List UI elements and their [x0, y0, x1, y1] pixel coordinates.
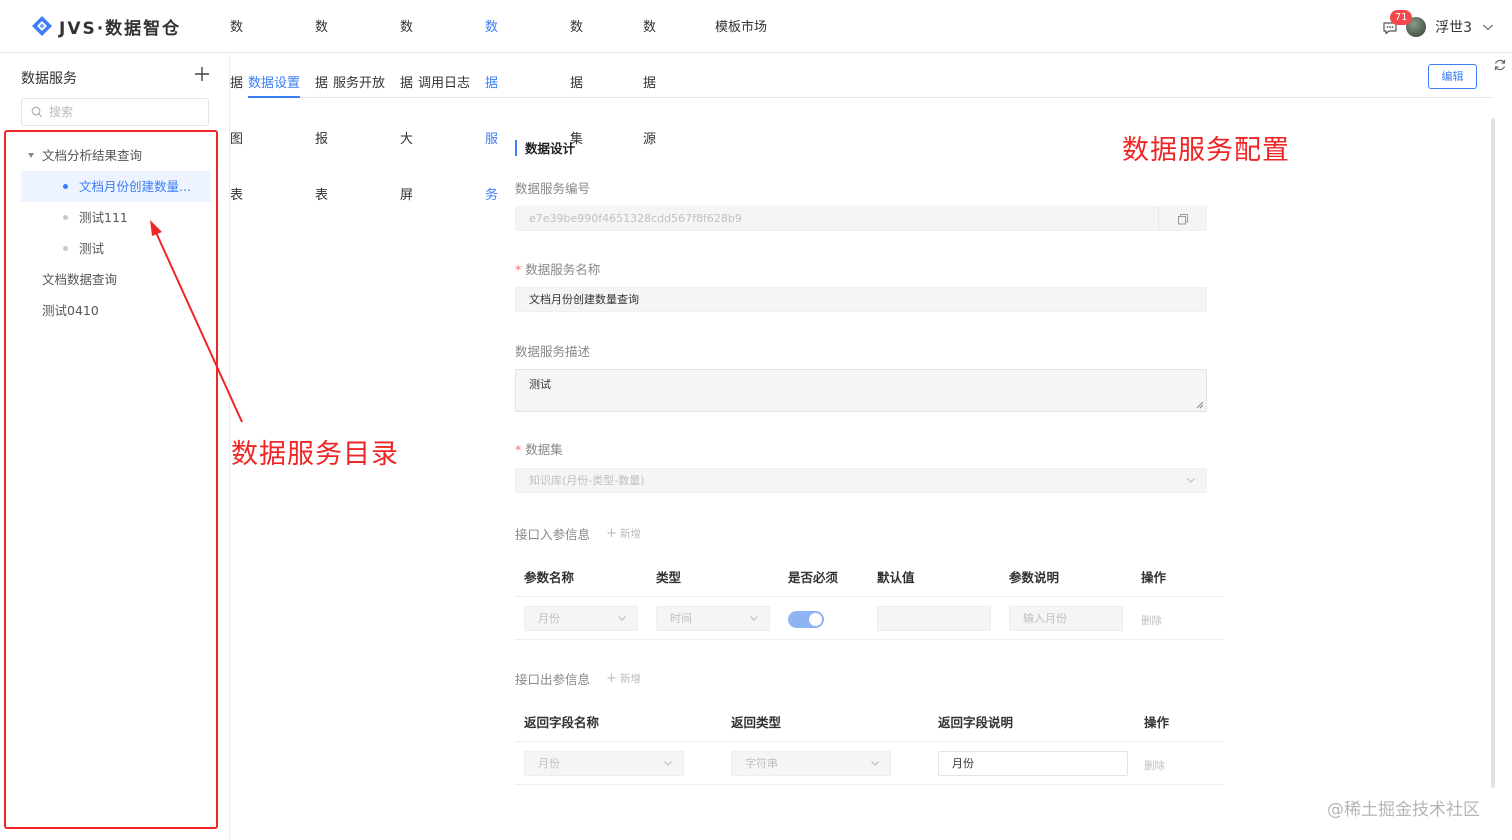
copy-button[interactable] — [1158, 207, 1206, 230]
dataset-select[interactable]: 知识库(月份-类型-数量) — [515, 468, 1207, 493]
logo-icon — [32, 16, 52, 36]
tab-call-log[interactable]: 调用日志 — [418, 72, 470, 98]
col-param-name: 参数名称 — [524, 570, 575, 585]
chevron-down-icon — [1187, 478, 1195, 483]
service-name-label: * 数据服务名称 — [515, 262, 601, 277]
search-input[interactable] — [49, 105, 189, 119]
top-header: JVS·数据智仓 数据图表 数据报表 数据大屏 数据服务 数据集 数据源 模板市… — [0, 0, 1512, 203]
col-return-desc: 返回字段说明 — [938, 715, 1014, 730]
return-desc-input[interactable]: 月份 — [938, 751, 1128, 776]
logo-text: JVS·数据智仓 — [59, 18, 182, 39]
service-id-value: e7e39be990f4651328cdd567f8f628b9 — [529, 212, 742, 225]
return-type-select[interactable]: 字符串 — [731, 751, 891, 776]
message-icon[interactable]: 71 — [1382, 10, 1413, 36]
output-params-header: 接口出参信息 + 新增 — [515, 669, 641, 688]
annotation-config-label: 数据服务配置 — [1122, 135, 1290, 166]
nav-data-sources[interactable]: 数据源 — [643, 0, 656, 147]
table-row: 月份 时间 输入月份 删除 — [515, 597, 1223, 640]
sidebar-search — [21, 98, 209, 126]
app-logo[interactable]: JVS·数据智仓 — [30, 12, 181, 40]
add-output-param-button[interactable]: + 新增 — [606, 671, 641, 686]
tab-service-open[interactable]: 服务开放 — [333, 72, 385, 98]
search-icon — [31, 106, 43, 118]
chevron-down-icon — [750, 616, 758, 621]
chevron-down-icon — [618, 616, 626, 621]
chevron-down-icon[interactable] — [1482, 21, 1494, 33]
annotation-arrow — [150, 220, 243, 423]
col-default: 默认值 — [877, 570, 915, 585]
output-params-label: 接口出参信息 — [515, 672, 591, 687]
output-params-table-header: 返回字段名称 返回类型 返回字段说明 操作 — [515, 699, 1223, 742]
chevron-down-icon — [664, 761, 672, 766]
required-toggle[interactable] — [788, 611, 824, 628]
header-user-area: 71 浮世3 — [1382, 10, 1494, 44]
return-field-select[interactable]: 月份 — [524, 751, 684, 776]
add-icon[interactable] — [192, 64, 212, 84]
nav-datasets[interactable]: 数据集 — [570, 0, 583, 147]
toggle-knob — [809, 613, 822, 626]
col-action: 操作 — [1144, 715, 1170, 730]
copy-icon — [1177, 213, 1188, 224]
table-row: 月份 字符串 月份 删除 — [515, 742, 1223, 785]
section-title: 数据设计 — [515, 140, 575, 156]
watermark: @稀土掘金技术社区 — [1327, 800, 1480, 820]
sidebar-title: 数据服务 — [21, 71, 77, 87]
edit-button[interactable]: 编辑 — [1428, 64, 1477, 89]
col-action: 操作 — [1141, 570, 1167, 585]
col-type: 类型 — [656, 570, 682, 585]
tab-data-settings[interactable]: 数据设置 — [248, 72, 301, 98]
user-name[interactable]: 浮世3 — [1435, 17, 1472, 37]
message-badge: 71 — [1390, 10, 1413, 25]
nav-data-service[interactable]: 数据服务 — [485, 0, 498, 203]
scrollbar[interactable] — [1491, 118, 1495, 788]
dataset-label: * 数据集 — [515, 442, 563, 457]
refresh-icon[interactable] — [1493, 58, 1507, 72]
service-desc-label: 数据服务描述 — [515, 344, 591, 359]
col-return-type: 返回类型 — [731, 715, 782, 730]
service-id-label: 数据服务编号 — [515, 181, 591, 196]
param-name-select[interactable]: 月份 — [524, 606, 638, 631]
nav-template-market[interactable]: 模板市场 — [715, 0, 767, 53]
delete-output-param-button[interactable]: 删除 — [1144, 758, 1165, 773]
param-desc-input[interactable]: 输入月份 — [1009, 606, 1123, 631]
default-value-input[interactable] — [877, 606, 991, 631]
annotation-catalog-label: 数据服务目录 — [231, 439, 399, 470]
service-name-input[interactable]: 文档月份创建数量查询 — [515, 287, 1207, 312]
col-param-desc: 参数说明 — [1009, 570, 1060, 585]
nav-big-screen[interactable]: 数据大屏 — [400, 0, 413, 203]
content-tabs: 数据设置 服务开放 调用日志 — [248, 54, 1493, 98]
dataset-value: 知识库(月份-类型-数量) — [529, 474, 645, 487]
chevron-down-icon — [871, 761, 879, 766]
service-desc-textarea[interactable]: 测试 — [515, 369, 1207, 412]
service-id-field: e7e39be990f4651328cdd567f8f628b9 — [515, 206, 1207, 231]
nav-charts[interactable]: 数据图表 — [230, 0, 243, 203]
nav-reports[interactable]: 数据报表 — [315, 0, 328, 203]
col-required: 是否必须 — [788, 570, 839, 585]
param-type-select[interactable]: 时间 — [656, 606, 770, 631]
service-desc-value: 测试 — [529, 378, 551, 391]
delete-input-param-button[interactable]: 删除 — [1141, 613, 1162, 628]
col-return-field-name: 返回字段名称 — [524, 715, 600, 730]
input-params-label: 接口入参信息 — [515, 527, 591, 542]
input-params-header: 接口入参信息 + 新增 — [515, 524, 641, 543]
resize-handle-icon[interactable] — [1196, 401, 1204, 409]
add-input-param-button[interactable]: + 新增 — [606, 526, 641, 541]
input-params-table-header: 参数名称 类型 是否必须 默认值 参数说明 操作 — [515, 554, 1223, 597]
